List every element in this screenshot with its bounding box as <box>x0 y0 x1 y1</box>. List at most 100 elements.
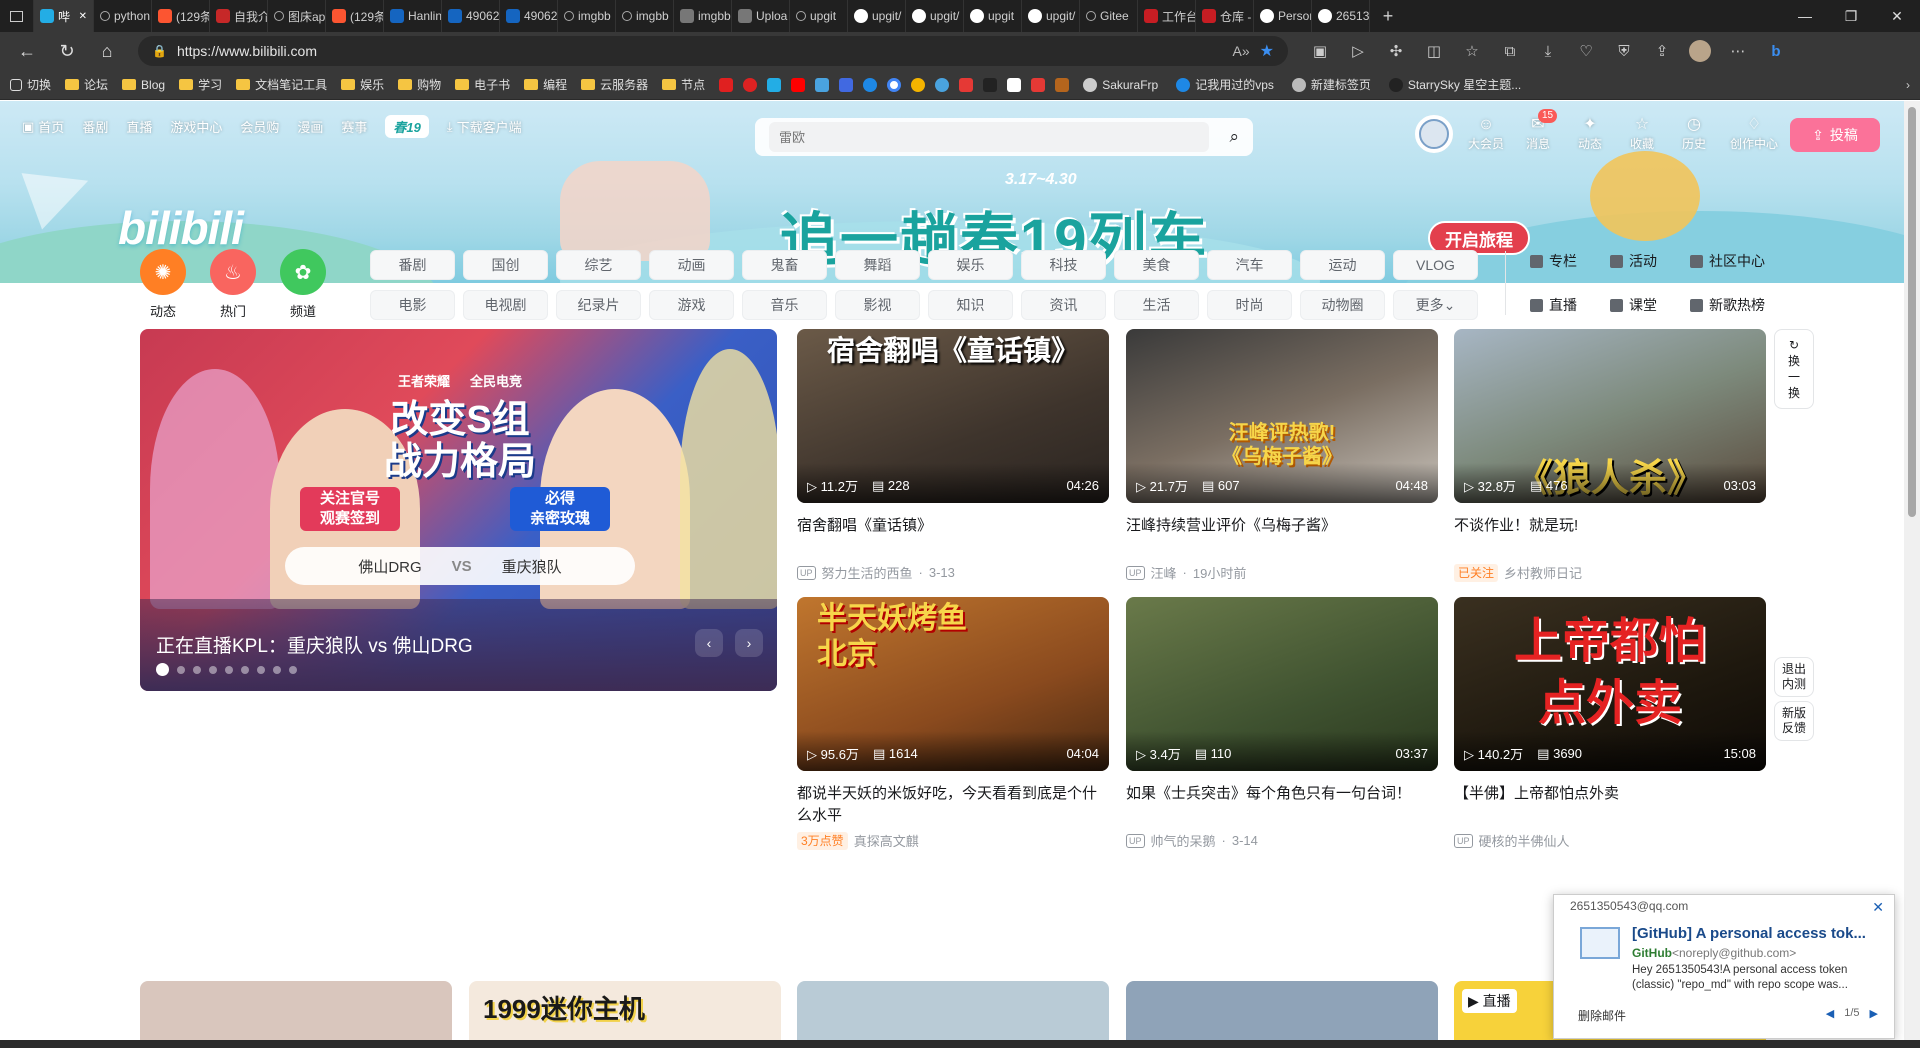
video-title[interactable]: 都说半天妖的米饭好吃，今天看看到底是个什么水平 <box>797 783 1109 827</box>
video-card[interactable]: 《狼人杀》▷ 32.8万▤ 47603:03不谈作业！就是玩!已关注乡村教师日记 <box>1454 329 1766 582</box>
video-card-partial[interactable] <box>140 981 452 1048</box>
carousel-dot[interactable] <box>225 665 233 674</box>
bookmark-link[interactable]: 新建标签页 <box>1291 76 1371 93</box>
video-author[interactable]: 真探高文麒 <box>854 831 919 850</box>
split-screen-icon[interactable]: ◫ <box>1418 36 1450 66</box>
header-star-entry[interactable]: ☆ 收藏 <box>1624 115 1660 152</box>
video-card-partial[interactable]: 1999迷你主机 <box>469 981 781 1048</box>
browser-tab[interactable]: 图床ap <box>268 0 326 32</box>
bookmark-folder[interactable]: Blog <box>122 78 165 92</box>
home-icon[interactable]: ⌂ <box>90 36 124 66</box>
security-icon[interactable]: ⛨ <box>1608 36 1640 66</box>
bookmark-overflow-icon[interactable]: › <box>1906 78 1910 92</box>
video-author[interactable]: 汪峰 <box>1151 563 1177 582</box>
channel-tag[interactable]: 纪录片 <box>556 290 641 320</box>
bing-icon[interactable]: b <box>1760 36 1792 66</box>
bookmark-folder[interactable]: 娱乐 <box>341 76 384 93</box>
delete-mail-button[interactable]: 删除邮件 <box>1578 1007 1626 1024</box>
side-link[interactable]: 新歌热榜 <box>1690 295 1790 315</box>
carousel-dot[interactable] <box>257 665 265 674</box>
close-tab-icon[interactable]: ✕ <box>79 11 87 22</box>
browser-tab[interactable]: 自我介 <box>210 0 268 32</box>
channel-tag[interactable]: 美食 <box>1114 250 1199 280</box>
extension-icon[interactable]: ▣ <box>1304 36 1336 66</box>
profile-avatar-icon[interactable] <box>1684 36 1716 66</box>
browser-tab[interactable]: upgit/ <box>1022 0 1080 32</box>
notification-subject[interactable]: [GitHub] A personal access tok... <box>1632 925 1882 942</box>
restore-icon[interactable]: ❐ <box>1828 0 1874 32</box>
bookmark-link[interactable]: StarrySky 星空主题... <box>1388 76 1521 93</box>
video-author[interactable]: 努力生活的西鱼 <box>822 563 913 582</box>
nav-bangumi[interactable]: 番剧 <box>82 117 108 136</box>
nav-game-center[interactable]: 游戏中心 <box>170 117 222 136</box>
bookmark-folder[interactable]: 论坛 <box>65 76 108 93</box>
search-bookmark-icon[interactable] <box>863 77 878 92</box>
nav-download-client[interactable]: ⤓ 下载客户端 <box>447 117 522 136</box>
google-icon[interactable] <box>887 77 902 92</box>
channel-tag[interactable]: 舞蹈 <box>835 250 920 280</box>
video-title[interactable]: 宿舍翻唱《童话镇》 <box>797 515 1109 559</box>
video-card[interactable]: 宿舍翻唱《童话镇》 ▷ 11.2万 ▤ 228 04:26 宿舍翻唱《童话镇》 UP 努力生… <box>797 329 1109 582</box>
quick-entry-hot[interactable]: ♨ 热门 <box>210 249 256 320</box>
video-thumbnail[interactable]: 上帝都怕 点外卖 ▷ 140.2万 ▤ 3690 15:08 <box>1454 597 1766 771</box>
bookmark-icon[interactable] <box>1055 77 1070 92</box>
channel-tag[interactable]: 影视 <box>835 290 920 320</box>
puzzle-icon[interactable]: ✣ <box>1380 36 1412 66</box>
browser-tab[interactable]: upgit <box>790 0 848 32</box>
favorites-icon[interactable]: ☆ <box>1456 36 1488 66</box>
exit-beta-button[interactable]: 退出内测 <box>1774 657 1814 697</box>
carousel-dot[interactable] <box>209 665 217 674</box>
video-author[interactable]: 乡村教师日记 <box>1504 563 1582 582</box>
bookmark-icon[interactable] <box>959 77 974 92</box>
bookmark-icon[interactable] <box>935 77 950 92</box>
video-author[interactable]: 帅气的呆鹅 <box>1151 831 1216 850</box>
browser-tab[interactable]: imgbb <box>558 0 616 32</box>
carousel-dot[interactable] <box>177 665 185 674</box>
bookmark-icon[interactable] <box>839 77 854 92</box>
close-icon[interactable]: ✕ <box>1872 899 1884 916</box>
side-link[interactable]: 社区中心 <box>1690 251 1790 271</box>
download-icon[interactable]: ⤓ <box>1532 36 1564 66</box>
page-scrollbar[interactable] <box>1904 101 1920 1048</box>
search-input[interactable] <box>769 122 1209 152</box>
favorite-star-icon[interactable]: ★ <box>1260 41 1274 61</box>
bookmark-switch[interactable]: 切换 <box>10 76 51 93</box>
weibo-icon[interactable] <box>743 77 758 92</box>
feedback-button[interactable]: 新版反馈 <box>1774 701 1814 741</box>
header-history-entry[interactable]: ◷ 历史 <box>1676 115 1712 152</box>
bookmark-folder[interactable]: 学习 <box>179 76 222 93</box>
channel-tag[interactable]: 鬼畜 <box>742 250 827 280</box>
bookmark-folder[interactable]: 电子书 <box>455 76 510 93</box>
new-tab-button[interactable]: + <box>1370 0 1406 32</box>
channel-tag[interactable]: 番剧 <box>370 250 455 280</box>
browser-tab[interactable]: upgit/ <box>906 0 964 32</box>
channel-tag[interactable]: 时尚 <box>1207 290 1292 320</box>
carousel-title[interactable]: 正在直播KPL：重庆狼队 vs 佛山DRG <box>156 631 473 658</box>
prev-mail-icon[interactable]: ◀ <box>1826 1007 1834 1020</box>
close-window-icon[interactable]: ✕ <box>1874 0 1920 32</box>
video-card[interactable]: 半天妖烤鱼 北京 ▷ 95.6万 ▤ 1614 04:04 都说半天妖的米饭好吃，今天看… <box>797 597 1109 850</box>
channel-tag[interactable]: 电视剧 <box>463 290 548 320</box>
browser-tab[interactable]: (129条 <box>326 0 384 32</box>
browser-tab[interactable]: 工作台 <box>1138 0 1196 32</box>
email-notification[interactable]: 2651350543@qq.com ✕ [GitHub] A personal … <box>1553 894 1895 1039</box>
browser-tab[interactable]: upgit <box>964 0 1022 32</box>
browser-tab[interactable]: 哔 ✕ <box>34 0 94 32</box>
refresh-button[interactable]: ↻ 换一换 <box>1774 329 1814 409</box>
quick-entry-dynamic[interactable]: ✺ 动态 <box>140 249 186 320</box>
browser-tab[interactable]: upgit/ <box>848 0 906 32</box>
video-card-partial[interactable] <box>797 981 1109 1048</box>
bookmark-icon[interactable] <box>815 77 830 92</box>
channel-tag[interactable]: 知识 <box>928 290 1013 320</box>
collections-icon[interactable]: ⧉ <box>1494 36 1526 66</box>
carousel-dot[interactable] <box>273 665 281 674</box>
nav-chun19[interactable]: 春19 <box>385 115 429 138</box>
browser-tab[interactable]: python <box>94 0 152 32</box>
carousel-prev-icon[interactable]: ‹ <box>695 629 723 657</box>
read-aloud-icon[interactable]: A» <box>1233 43 1250 59</box>
carousel[interactable]: 王者荣耀 全民电竞 改变S组 战力格局 关注官号 观赛签到 必得 亲密玫瑰 佛山… <box>140 329 777 691</box>
channel-tag[interactable]: 运动 <box>1300 250 1385 280</box>
search-icon[interactable]: ⌕ <box>1229 127 1239 147</box>
url-field[interactable]: 🔒 https://www.bilibili.com A» ★ <box>138 36 1288 66</box>
video-title[interactable]: 不谈作业！就是玩! <box>1454 515 1766 559</box>
